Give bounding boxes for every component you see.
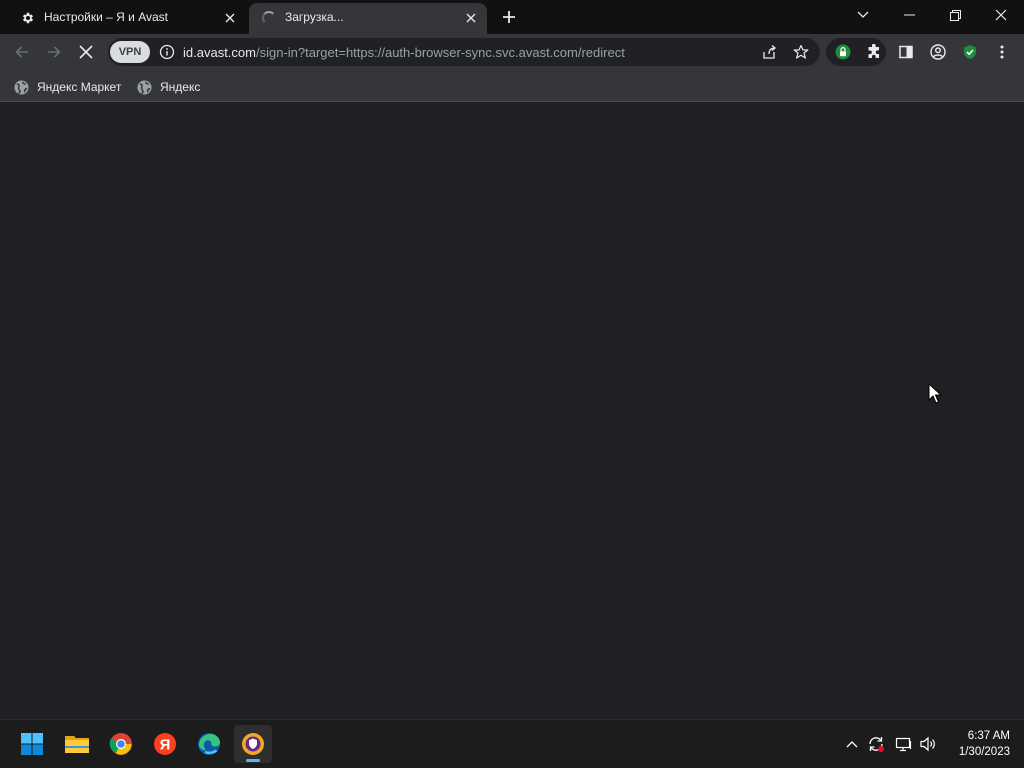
tab-search-button[interactable] [840, 0, 886, 30]
page-content-area [0, 103, 1024, 719]
clock-date: 1/30/2023 [958, 746, 1010, 758]
yandex-icon: Я [154, 733, 176, 755]
mouse-cursor-icon [928, 383, 942, 404]
taskbar: Я 6:37 AM 1/30/2023 [0, 719, 1024, 768]
url-text[interactable]: id.avast.com/sign-in?target=https://auth… [183, 45, 625, 60]
extensions-puzzle-icon[interactable] [860, 38, 888, 66]
loading-spinner-icon [261, 10, 277, 26]
globe-icon [14, 79, 29, 95]
close-window-button[interactable] [978, 0, 1024, 30]
forward-button[interactable] [40, 38, 68, 66]
svg-text:Я: Я [160, 737, 171, 754]
restore-button[interactable] [932, 0, 978, 30]
url-path: /sign-in?target=https://auth-browser-syn… [255, 45, 625, 60]
active-app-indicator [246, 759, 260, 762]
sync-tray-icon[interactable] [864, 730, 888, 758]
network-icon[interactable] [892, 730, 916, 758]
volume-icon[interactable] [916, 730, 940, 758]
tab-title: Настройки – Я и Avast [44, 10, 169, 24]
taskbar-file-explorer[interactable] [58, 725, 96, 763]
stop-loading-button[interactable] [72, 38, 100, 66]
taskbar-clock[interactable]: 6:37 AM 1/30/2023 [944, 728, 1010, 760]
avast-browser-icon [242, 733, 264, 755]
side-panel-icon[interactable] [892, 38, 920, 66]
toolbar: VPN id.avast.com/sign-in?target=https://… [0, 34, 1024, 71]
menu-kebab-icon[interactable] [988, 38, 1016, 66]
chrome-icon [109, 733, 132, 755]
start-button[interactable] [13, 725, 51, 763]
vpn-button[interactable]: VPN [110, 41, 150, 63]
tab-title: Загрузка... [285, 10, 344, 24]
gear-icon [20, 10, 36, 26]
close-icon[interactable] [221, 9, 239, 27]
bookmarks-bar: Яндекс Маркет Яндекс [0, 71, 1024, 102]
tab-strip: Настройки – Я и Avast Загрузка... [0, 0, 1024, 34]
back-button[interactable] [8, 38, 36, 66]
info-icon[interactable] [159, 44, 175, 65]
taskbar-avast-browser[interactable] [234, 725, 272, 763]
bookmark-yandex-market[interactable]: Яндекс Маркет [14, 76, 121, 98]
bookmark-yandex[interactable]: Яндекс [137, 76, 200, 98]
taskbar-edge[interactable] [190, 725, 228, 763]
minimize-button[interactable] [886, 0, 932, 30]
folder-icon [65, 736, 89, 753]
browser-window: Настройки – Я и Avast Загрузка... VPN id… [0, 0, 1024, 719]
close-icon[interactable] [462, 9, 480, 27]
profile-icon[interactable] [924, 38, 952, 66]
globe-icon [137, 79, 152, 95]
url-host: id.avast.com [183, 45, 256, 60]
tab-settings[interactable]: Настройки – Я и Avast [8, 3, 246, 34]
address-bar[interactable]: VPN id.avast.com/sign-in?target=https://… [108, 38, 820, 66]
clock-time: 6:37 AM [967, 730, 1010, 742]
share-icon[interactable] [761, 44, 777, 65]
bookmark-label: Яндекс Маркет [37, 80, 122, 94]
bookmark-star-icon[interactable] [793, 44, 809, 65]
new-tab-button[interactable] [498, 6, 520, 28]
taskbar-chrome[interactable] [102, 725, 140, 763]
show-hidden-icons-button[interactable] [840, 730, 864, 758]
tab-loading[interactable]: Загрузка... [249, 3, 487, 34]
edge-icon [198, 733, 220, 755]
password-lock-icon[interactable] [829, 38, 857, 66]
taskbar-yandex[interactable]: Я [146, 725, 184, 763]
windows-start-icon [21, 733, 43, 755]
chevron-up-icon [846, 741, 858, 748]
avast-shield-icon[interactable] [956, 38, 984, 66]
bookmark-label: Яндекс [160, 80, 201, 94]
